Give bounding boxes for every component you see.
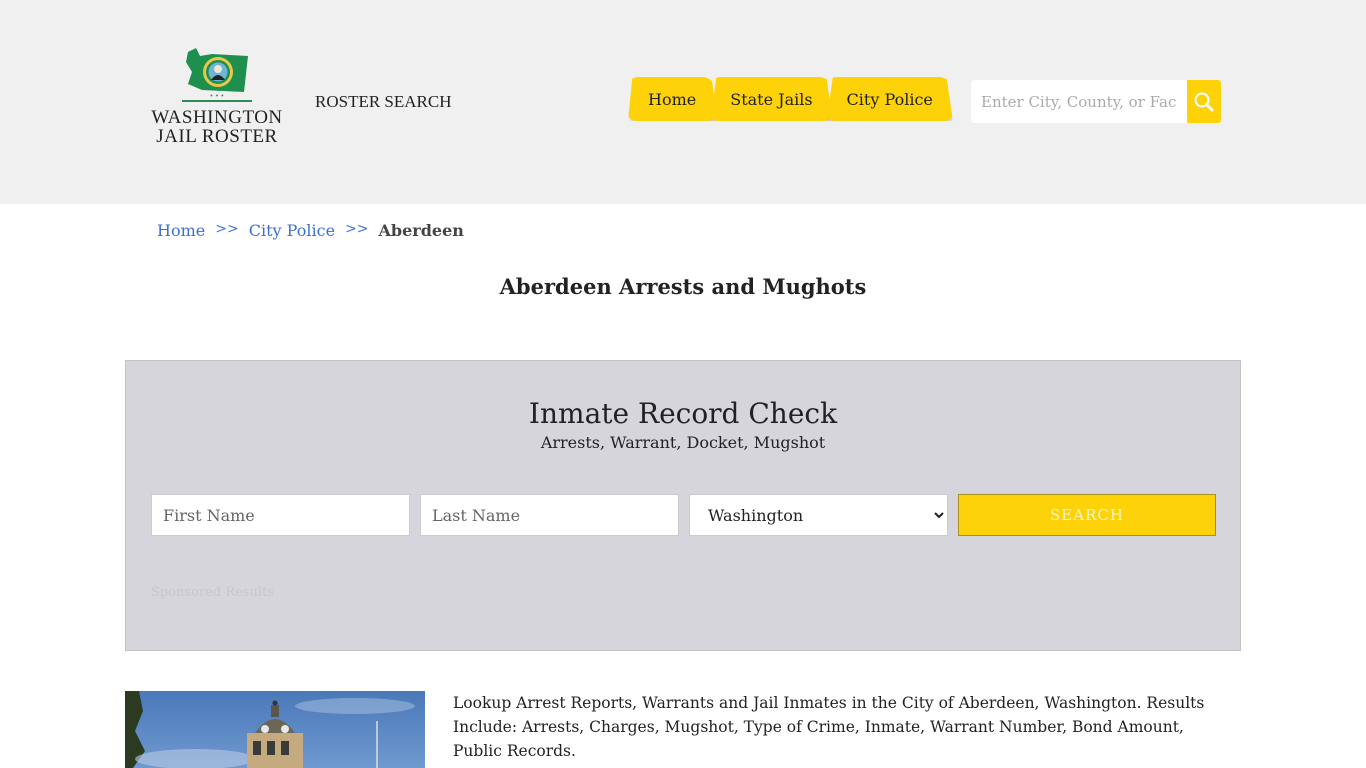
site-search-input[interactable]	[971, 80, 1187, 123]
main-nav: Home State Jails City Police	[628, 77, 953, 121]
site-logo[interactable]: WASHINGTON JAIL ROSTER	[150, 46, 284, 146]
aberdeen-city-hall-image	[125, 691, 425, 768]
breadcrumb: Home >> City Police >> Aberdeen	[157, 221, 464, 240]
last-name-input[interactable]	[420, 494, 679, 536]
record-search-form: Washington SEARCH	[151, 494, 1216, 536]
nav-tab-home[interactable]: Home	[628, 77, 717, 121]
page-title: Aberdeen Arrests and Mughots	[499, 274, 867, 299]
breadcrumb-city-police[interactable]: City Police	[249, 221, 335, 240]
roster-search-link[interactable]: ROSTER SEARCH	[315, 92, 452, 112]
breadcrumb-separator: >>	[345, 221, 369, 237]
city-description: Lookup Arrest Reports, Warrants and Jail…	[453, 694, 1205, 760]
panel-title: Inmate Record Check	[528, 397, 838, 430]
breadcrumb-separator: >>	[215, 221, 239, 237]
record-search-button[interactable]: SEARCH	[958, 494, 1216, 536]
nav-tab-state-jails[interactable]: State Jails	[710, 77, 833, 121]
logo-line-2: JAIL ROSTER	[156, 126, 278, 147]
panel-subtitle: Arrests, Warrant, Docket, Mugshot	[540, 433, 826, 452]
inmate-record-check-panel: Inmate Record Check Arrests, Warrant, Do…	[125, 360, 1241, 651]
first-name-input[interactable]	[151, 494, 410, 536]
site-search-button[interactable]	[1187, 80, 1221, 123]
breadcrumb-home[interactable]: Home	[157, 221, 205, 240]
logo-line-1: WASHINGTON	[151, 107, 283, 128]
breadcrumb-current: Aberdeen	[378, 221, 464, 240]
site-search	[971, 80, 1221, 123]
state-select[interactable]: Washington	[689, 494, 948, 536]
site-header: WASHINGTON JAIL ROSTER ROSTER SEARCH Hom…	[0, 0, 1366, 204]
sponsored-results-label: Sponsored Results	[151, 585, 274, 600]
washington-flag-icon	[186, 48, 248, 92]
logo-divider	[182, 100, 252, 102]
nav-tab-city-police[interactable]: City Police	[826, 77, 953, 121]
city-hall-illustration	[125, 691, 415, 768]
search-icon	[1194, 92, 1214, 111]
